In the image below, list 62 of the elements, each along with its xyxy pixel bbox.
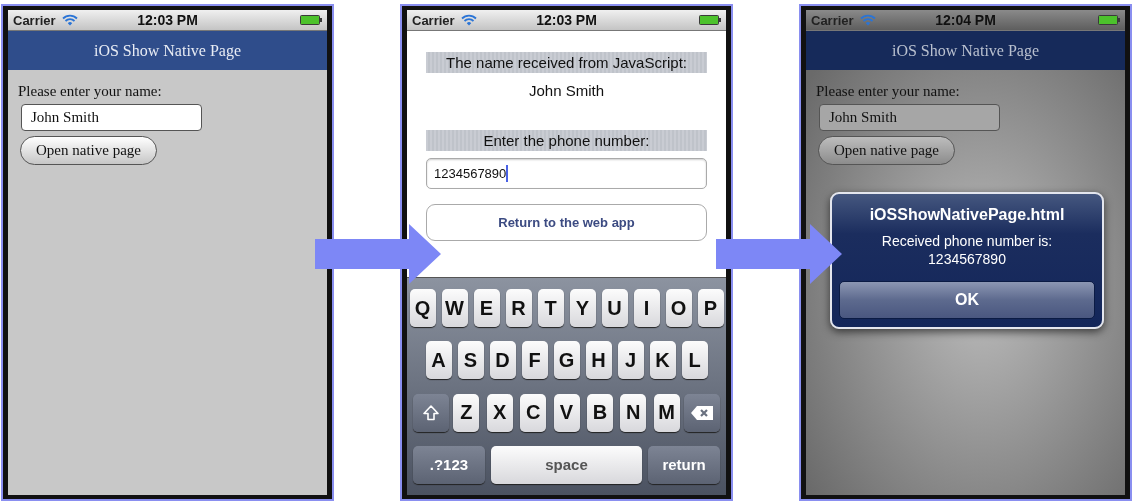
letter-key[interactable]: I <box>633 289 660 328</box>
return-key[interactable]: return <box>648 445 720 484</box>
status-time: 12:04 PM <box>935 12 996 28</box>
letter-key[interactable]: X <box>486 393 513 432</box>
prompt-label: Please enter your name: <box>18 83 162 100</box>
nav-title: iOS Show Native Page <box>93 41 242 60</box>
letter-key[interactable]: W <box>441 289 468 328</box>
battery-icon <box>699 15 721 25</box>
battery-icon <box>1098 15 1120 25</box>
carrier-label: Carrier <box>412 12 455 28</box>
shift-arrow-icon <box>422 403 440 422</box>
wifi-icon <box>61 14 78 26</box>
space-key[interactable]: space <box>490 445 643 484</box>
letter-key[interactable]: Z <box>453 393 480 432</box>
name-field[interactable]: John Smith <box>21 104 202 131</box>
letter-key[interactable]: T <box>537 289 564 328</box>
alert-title: iOSShowNativePage.html <box>869 206 1065 224</box>
letter-key[interactable]: H <box>585 341 612 380</box>
ok-button[interactable]: OK <box>839 281 1095 319</box>
delete-key[interactable] <box>684 393 720 432</box>
letter-key[interactable]: P <box>697 289 724 328</box>
letter-key[interactable]: C <box>520 393 547 432</box>
backspace-icon <box>690 404 714 421</box>
alert-message: Received phone number is: <box>881 232 1053 250</box>
status-time: 12:03 PM <box>536 12 597 28</box>
carrier-label: Carrier <box>811 12 854 28</box>
received-label: The name received from JavaScript: <box>426 52 707 73</box>
shift-key[interactable] <box>413 393 449 432</box>
letter-key[interactable]: D <box>489 341 516 380</box>
letter-key[interactable]: O <box>665 289 692 328</box>
phone-field[interactable]: 1234567890 <box>426 158 707 189</box>
status-time: 12:03 PM <box>137 12 198 28</box>
open-native-page-button[interactable]: Open native page <box>818 136 955 165</box>
letter-key[interactable]: E <box>473 289 500 328</box>
letter-key[interactable]: G <box>553 341 580 380</box>
received-name: John Smith <box>528 82 604 99</box>
name-field[interactable]: John Smith <box>819 104 1000 131</box>
letter-key[interactable]: K <box>649 341 676 380</box>
numbers-key[interactable]: .?123 <box>413 445 485 484</box>
wifi-icon <box>859 14 876 26</box>
letter-key[interactable]: S <box>457 341 484 380</box>
letter-key[interactable]: J <box>617 341 644 380</box>
letter-key[interactable]: F <box>521 341 548 380</box>
letter-key[interactable]: V <box>553 393 580 432</box>
letter-key[interactable]: Q <box>409 289 436 328</box>
wifi-icon <box>460 14 477 26</box>
alert-value: 1234567890 <box>928 250 1006 268</box>
carrier-label: Carrier <box>13 12 56 28</box>
nav-title: iOS Show Native Page <box>891 41 1040 60</box>
letter-key[interactable]: Y <box>569 289 596 328</box>
letter-key[interactable]: A <box>425 341 452 380</box>
letter-key[interactable]: M <box>653 393 680 432</box>
letter-key[interactable]: N <box>620 393 647 432</box>
phone-label: Enter the phone number: <box>426 130 707 151</box>
letter-key[interactable]: L <box>681 341 708 380</box>
open-native-page-button[interactable]: Open native page <box>20 136 157 165</box>
letter-key[interactable]: B <box>586 393 613 432</box>
return-button[interactable]: Return to the web app <box>426 204 707 241</box>
prompt-label: Please enter your name: <box>816 83 960 100</box>
battery-icon <box>300 15 322 25</box>
letter-key[interactable]: R <box>505 289 532 328</box>
letter-key[interactable]: U <box>601 289 628 328</box>
